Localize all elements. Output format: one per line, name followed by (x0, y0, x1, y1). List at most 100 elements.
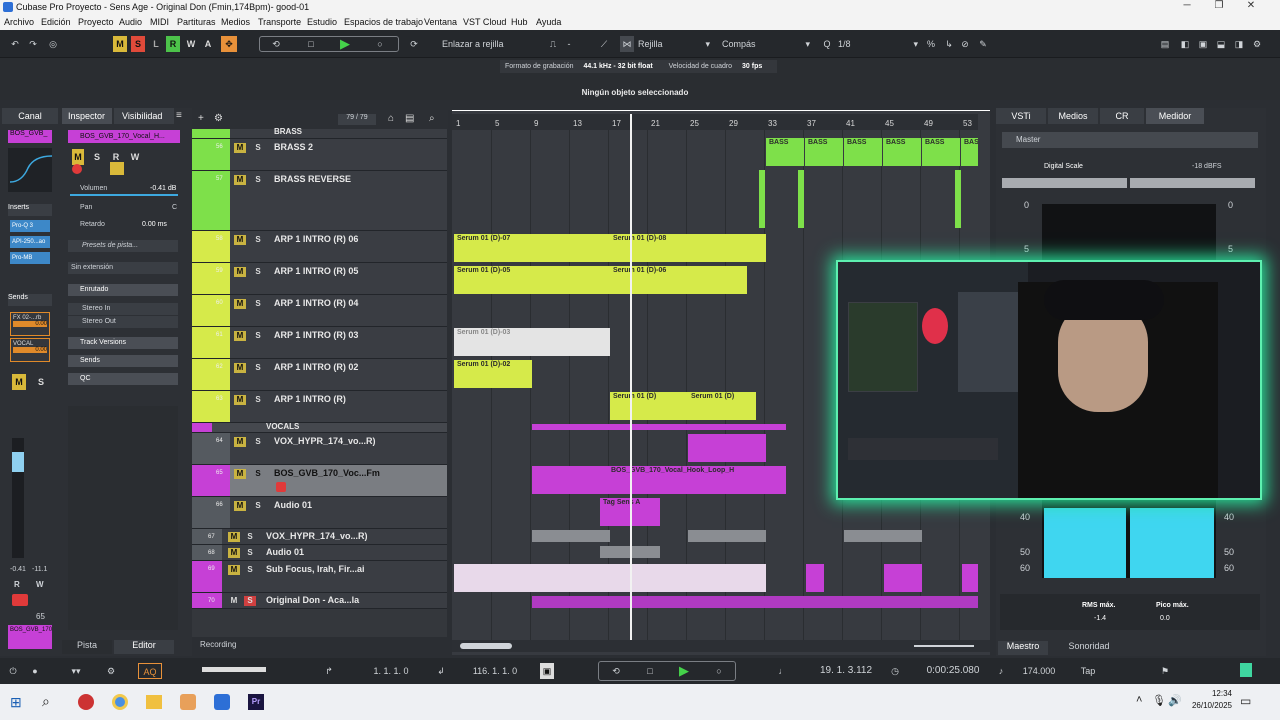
input-routing[interactable]: Stereo In (68, 303, 178, 315)
mute-chip[interactable]: M (113, 36, 127, 52)
tab-sonoridad[interactable]: Sonoridad (1054, 641, 1124, 655)
sends-section[interactable]: Sends (68, 355, 178, 367)
solo-button[interactable]: S (252, 363, 264, 373)
zoom-slider[interactable] (914, 645, 974, 647)
cubase-taskbar-icon[interactable] (214, 694, 230, 710)
play-icon[interactable]: ▶ (676, 663, 692, 679)
app-icon[interactable] (78, 694, 94, 710)
master-selector[interactable]: Master (1002, 132, 1258, 148)
metronome-icon[interactable]: ▾▾ (64, 663, 88, 679)
mute-button[interactable]: M (228, 548, 240, 558)
inspector-write[interactable]: W (129, 149, 141, 165)
insert-slot-2[interactable]: API-250...ao (10, 236, 50, 248)
solo-button[interactable]: S (252, 267, 264, 277)
track-row[interactable]: 63 M S ARP 1 INTRO (R) (192, 391, 447, 423)
tab-inspector[interactable]: Inspector (62, 108, 112, 124)
tray-chevron-icon[interactable]: ˄ (1136, 694, 1142, 706)
event-serum[interactable]: Serum 01 (D) (610, 392, 688, 420)
menu-audio[interactable]: Audio (119, 17, 142, 27)
grid-type-dropdown[interactable]: Rejilla ▾ (638, 36, 710, 52)
menu-espacios[interactable]: Espacios de trabajo (344, 17, 423, 27)
output-routing[interactable]: Stereo Out (68, 316, 178, 328)
notification-icon[interactable]: ▭ (1240, 694, 1251, 708)
solo-button[interactable]: S (252, 175, 264, 185)
record-icon[interactable]: ○ (372, 36, 388, 52)
grid-icon[interactable]: ⟋ (597, 36, 611, 52)
track-row[interactable]: BRASS (192, 127, 447, 139)
mute-button[interactable]: M (234, 437, 246, 447)
folder-part-vocals[interactable] (532, 424, 786, 430)
scroll-thumb[interactable] (460, 643, 512, 649)
solo-button[interactable]: S (252, 501, 264, 511)
inspector-monitor-icon[interactable] (110, 162, 124, 175)
magnet-icon[interactable]: ⋈ (620, 36, 634, 52)
fader-cap[interactable] (12, 452, 24, 472)
track-row[interactable]: 64 M S VOX_HYPR_174_vo...R) (192, 433, 447, 465)
event-serum[interactable]: Serum 01 (D)-07 (454, 234, 610, 262)
event-sub-focus-short[interactable] (806, 564, 824, 592)
left-locator-icon[interactable]: ↱ (322, 663, 336, 679)
mute-button[interactable]: M (234, 331, 246, 341)
solo-button[interactable]: S (252, 235, 264, 245)
solo-button[interactable]: S (252, 469, 264, 479)
inspector-record-icon[interactable] (72, 164, 82, 174)
windows-start-icon[interactable]: ⊞ (10, 694, 22, 711)
mute-button[interactable]: M (228, 596, 240, 606)
insert-slot-1[interactable]: Pro-Q 3 (10, 220, 50, 232)
folder-row[interactable]: VOCALS (192, 422, 447, 433)
add-track-icon[interactable]: + (198, 113, 204, 124)
menu-ventana[interactable]: Ventana (424, 17, 457, 27)
history-icon[interactable]: ◎ (46, 36, 60, 52)
tap-button[interactable]: Tap (1074, 663, 1102, 679)
solo-button[interactable]: S (244, 548, 256, 558)
event-bass[interactable]: BASS (766, 138, 804, 166)
solo-button[interactable]: S (252, 143, 264, 153)
track-row[interactable]: 69 M S Sub Focus, Irah, Fir...ai (192, 561, 447, 593)
chrome-icon[interactable] (112, 694, 128, 710)
track-row[interactable]: 57 M S BRASS REVERSE (192, 171, 447, 231)
minimize-button[interactable]: ─ (1172, 0, 1202, 15)
mute-button[interactable]: M (234, 235, 246, 245)
right-zone-icon[interactable]: ◨ (1232, 36, 1246, 52)
inspector-track-name[interactable]: BOS_GVB_170_Vocal_H... (68, 130, 180, 143)
menu-hub[interactable]: Hub (511, 17, 528, 27)
primary-display-icon[interactable]: ♩ (776, 663, 790, 679)
tab-visibilidad[interactable]: Visibilidad (114, 108, 174, 124)
menu-medios[interactable]: Medios (221, 17, 250, 27)
stop-icon[interactable]: □ (642, 663, 658, 679)
microphone-icon[interactable]: 🎙 (1152, 694, 1166, 707)
track-presets-dropdown[interactable]: Presets de pista... (68, 240, 178, 252)
extension-dropdown[interactable]: Sin extensión (68, 262, 178, 274)
tab-maestro[interactable]: Maestro (998, 641, 1048, 655)
tab-canal[interactable]: Canal (2, 108, 58, 124)
mute-button[interactable]: M (234, 501, 246, 511)
event-original-don[interactable] (532, 596, 978, 608)
event-vox-muted[interactable] (688, 530, 766, 542)
solo-button[interactable]: S (244, 532, 256, 542)
lower-zone-icon[interactable]: ⬓ (1214, 36, 1228, 52)
position-display[interactable]: 19. 1. 3.112 (806, 663, 886, 679)
play-icon[interactable]: ▶ (337, 36, 353, 52)
channel-read-button[interactable]: R (14, 580, 20, 589)
track-row[interactable]: 67 M S VOX_HYPR_174_vo...R) (192, 529, 447, 545)
menu-transporte[interactable]: Transporte (258, 17, 301, 27)
cycle-icon[interactable]: ⟲ (268, 36, 284, 52)
tab-medidor[interactable]: Medidor (1146, 108, 1204, 124)
sends-header[interactable]: Sends (8, 294, 52, 306)
right-locator-icon[interactable]: ↲ (434, 663, 448, 679)
volume-value[interactable]: -0.41 dB (150, 185, 176, 192)
inspector-mute[interactable]: M (72, 149, 84, 165)
menu-proyecto[interactable]: Proyecto (78, 17, 114, 27)
track-versions-section[interactable]: Track Versions (68, 337, 178, 349)
redo-icon[interactable]: ↷ (26, 36, 40, 52)
undo-icon[interactable]: ↶ (8, 36, 22, 52)
close-button[interactable]: ✕ (1236, 0, 1266, 15)
channel-write-button[interactable]: W (36, 580, 44, 589)
grid-unit-dropdown[interactable]: Compás ▾ (722, 36, 810, 52)
quantize-settings-icon[interactable]: % (924, 36, 938, 52)
event-vox[interactable] (688, 434, 766, 462)
layout-icon[interactable]: ▤ (1158, 36, 1172, 52)
quantize-apply-icon[interactable]: ↳ (942, 36, 956, 52)
solo-chip[interactable]: S (131, 36, 145, 52)
horizontal-scrollbar[interactable] (452, 640, 990, 652)
